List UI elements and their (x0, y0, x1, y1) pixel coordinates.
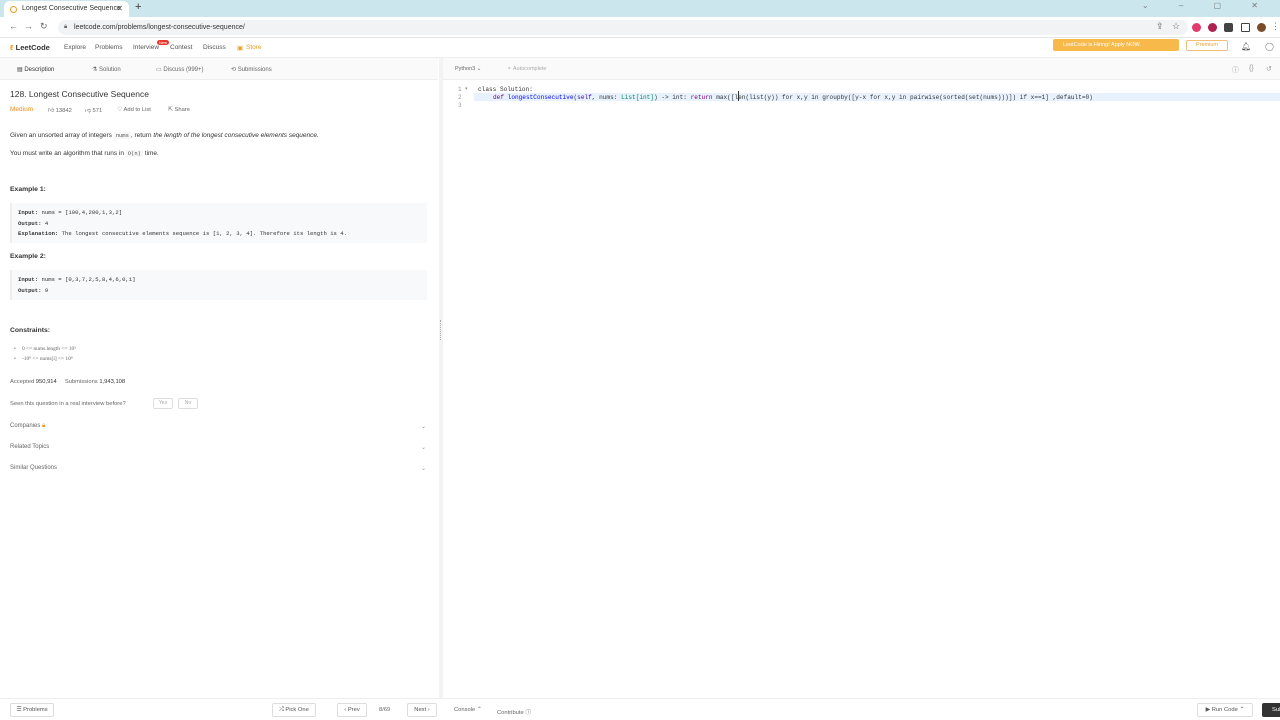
nav-explore[interactable]: Explore (64, 44, 86, 51)
line-number: 2 (458, 94, 462, 101)
store-icon: ▣ (237, 45, 244, 52)
language-select[interactable]: Python3 ⌄ (455, 66, 481, 72)
url-field[interactable]: 🔒︎ leetcode.com/problems/longest-consecu… (58, 20, 1188, 35)
close-tab-icon[interactable]: ✕ (116, 1, 123, 17)
hiring-banner[interactable]: LeetCode is Hiring! Apply NOW. (1053, 39, 1179, 51)
run-code-button[interactable]: ▶ Run Code ⌃ (1197, 703, 1253, 717)
page-indicator: 8/69 (379, 707, 391, 713)
similar-questions-section[interactable]: Similar Questions ⌄ (10, 465, 426, 477)
submission-stats: Accepted 950,914 Submissions 1,943,108 (10, 379, 126, 385)
lock-icon: 🔒︎ (64, 24, 68, 30)
difficulty-badge: Medium (10, 106, 34, 113)
companies-section[interactable]: Companies 🔒︎ ⌄ (10, 423, 426, 435)
dislike-button[interactable]: 👎︎ 571 (85, 107, 102, 114)
nav-problems[interactable]: Problems (95, 44, 122, 51)
browser-tab-strip: Longest Consecutive Sequence ✕ + ⌄ – ▢ ✕ (0, 0, 1280, 17)
example-2-heading: Example 2: (10, 253, 46, 260)
like-button[interactable]: 👍︎ 13842 (48, 107, 72, 114)
share-icon: ⇱ (168, 107, 173, 113)
leetcode-logo-icon: ℓ (10, 43, 14, 52)
problem-title: 128. Longest Consecutive Sequence (10, 89, 149, 99)
console-button[interactable]: Console ⌃ (454, 707, 482, 713)
share-page-icon[interactable]: ⇪ (1156, 21, 1164, 32)
nav-discuss[interactable]: Discuss (203, 44, 226, 51)
line-number: 3 (458, 102, 462, 109)
extension-icon[interactable] (1192, 23, 1201, 32)
share-button[interactable]: ⇱ Share (168, 107, 190, 113)
fold-arrow-icon[interactable]: ▾ (465, 86, 468, 92)
problem-description: Given an unsorted array of integers nums… (10, 132, 319, 139)
code-line-1[interactable]: class Solution: (478, 86, 533, 93)
code-line-2[interactable]: def longestConsecutive(self, nums: List[… (493, 94, 1093, 101)
line-number: 1 (458, 86, 462, 93)
constraint-item: -10⁹ <= nums[i] <= 10⁹ (14, 356, 73, 362)
info-icon[interactable]: ⓘ (1232, 65, 1239, 75)
profile-avatar[interactable] (1257, 23, 1266, 32)
address-bar-row: ← → ↻ 🔒︎ leetcode.com/problems/longest-c… (0, 17, 1280, 38)
extension-icon[interactable] (1208, 23, 1217, 32)
constraints-heading: Constraints: (10, 327, 51, 334)
back-arrow-icon[interactable]: ← (9, 21, 18, 31)
thumbs-down-icon: 👎︎ (85, 108, 91, 114)
next-button[interactable]: Next › (407, 703, 437, 717)
bookmark-star-icon[interactable]: ☆ (1172, 21, 1180, 32)
forward-arrow-icon[interactable]: → (24, 21, 33, 31)
prev-button[interactable]: ‹ Prev (337, 703, 367, 717)
contribute-button[interactable]: Contribute ⓘ (497, 707, 531, 716)
example-1-box: Input: nums = [100,4,200,1,3,2] Output: … (10, 203, 427, 243)
leetcode-navbar: ℓ LeetCode Explore Problems Interview New… (0, 38, 1280, 58)
chevron-down-icon: ⌄ (420, 466, 426, 472)
submit-button[interactable]: Submit (1262, 703, 1280, 717)
thumbs-up-icon: 👍︎ (48, 108, 55, 114)
nav-interview[interactable]: Interview (133, 44, 159, 51)
heart-icon: ♡ (117, 107, 123, 113)
example-1-heading: Example 1: (10, 186, 46, 193)
leetcode-logo[interactable]: ℓ LeetCode (10, 43, 50, 52)
nav-contest[interactable]: Contest (170, 44, 192, 51)
problem-tabs: ▤ Description ⚗ Solution ▭ Discuss (999+… (0, 58, 438, 80)
editor-toolbar: Python3 ⌄ ⚬ Autocomplete ⓘ {} ↺ (443, 58, 1280, 80)
add-to-list-button[interactable]: ♡ Add to List (117, 107, 151, 113)
browser-tab[interactable]: Longest Consecutive Sequence ✕ (4, 1, 129, 17)
url-text: leetcode.com/problems/longest-consecutiv… (74, 24, 245, 31)
notification-bell-icon[interactable]: 🔔︎ (1241, 42, 1251, 51)
problems-list-button[interactable]: ☰ Problems (10, 703, 54, 717)
no-button[interactable]: No (178, 398, 198, 409)
autocomplete-toggle[interactable]: ⚬ Autocomplete (507, 66, 546, 72)
window-controls[interactable]: ⌄ – ▢ ✕ (1142, 1, 1272, 10)
panel-divider[interactable] (439, 58, 443, 698)
reset-icon[interactable]: ↺ (1266, 65, 1272, 73)
yes-button[interactable]: Yes (153, 398, 173, 409)
interview-question: Seen this question in a real interview b… (10, 401, 126, 407)
problem-requirement: You must write an algorithm that runs in… (10, 150, 159, 157)
browser-tab-title: Longest Consecutive Sequence (22, 5, 121, 12)
resize-handle[interactable] (440, 320, 441, 340)
text-cursor (738, 91, 739, 101)
chevron-down-icon: ⌄ (420, 445, 426, 451)
reload-icon[interactable]: ↻ (40, 21, 48, 32)
tab-submissions[interactable]: ⟲ Submissions (231, 66, 272, 73)
chevron-down-icon: ⌄ (420, 424, 426, 430)
new-tab-icon[interactable]: + (135, 1, 141, 13)
lock-icon: 🔒︎ (42, 423, 46, 429)
constraint-item: 0 <= nums.length <= 10⁵ (14, 346, 76, 352)
braces-icon[interactable]: {} (1249, 65, 1254, 72)
pick-one-button[interactable]: ⤮ Pick One (272, 703, 316, 717)
tab-solution[interactable]: ⚗ Solution (92, 66, 121, 73)
example-2-box: Input: nums = [0,3,7,2,5,8,4,6,0,1] Outp… (10, 270, 427, 300)
premium-button[interactable]: Premium (1186, 40, 1228, 51)
sidebar-icon[interactable] (1241, 23, 1250, 32)
menu-icon[interactable]: ⋮ (1271, 21, 1280, 32)
puzzle-extensions-icon[interactable] (1224, 23, 1233, 32)
nav-store[interactable]: Store (246, 44, 262, 51)
leetcode-favicon-icon (10, 6, 17, 13)
user-avatar-icon[interactable]: ◯ (1265, 42, 1274, 51)
related-topics-section[interactable]: Related Topics ⌄ (10, 444, 426, 456)
tab-discuss[interactable]: ▭ Discuss (999+) (156, 66, 204, 73)
new-badge: New (157, 40, 170, 45)
tab-description[interactable]: ▤ Description (17, 66, 54, 73)
bottom-bar: ☰ Problems ⤮ Pick One ‹ Prev 8/69 Next ›… (0, 698, 1280, 720)
